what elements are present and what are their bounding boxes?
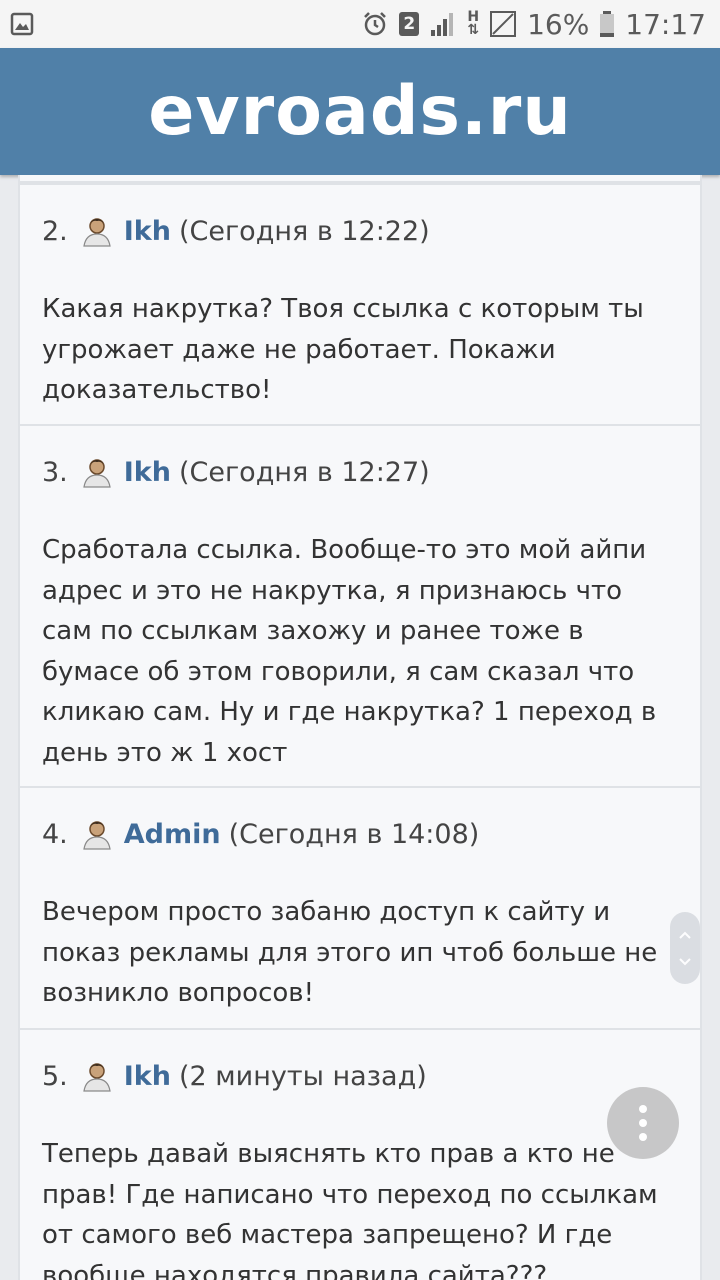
comment-number: 3. xyxy=(42,456,68,488)
more-menu-button[interactable] xyxy=(607,1087,679,1159)
comment-time: (Сегодня в 12:22) xyxy=(179,215,430,247)
status-bar: 2 H ⇅ 16% 17:17 xyxy=(0,0,720,48)
comment-item: 2. Ikh (Сегодня в 12:22) Какая накрутка?… xyxy=(18,183,702,426)
user-avatar-icon xyxy=(80,1059,114,1093)
battery-percent: 16% xyxy=(527,7,590,41)
clock: 17:17 xyxy=(625,7,706,41)
comment-username[interactable]: Ikh xyxy=(124,457,171,488)
comment-username[interactable]: Ikh xyxy=(124,1061,171,1092)
no-sim-signal-icon xyxy=(489,10,517,38)
battery-icon xyxy=(599,10,615,38)
comment-header: 4. Admin (Сегодня в 14:08) xyxy=(42,814,678,854)
alarm-icon xyxy=(361,10,389,38)
user-avatar-icon xyxy=(80,455,114,489)
signal-icon xyxy=(429,10,457,38)
comment-username[interactable]: Ikh xyxy=(124,216,171,247)
comment-number: 2. xyxy=(42,215,68,247)
image-notification-icon xyxy=(10,12,34,36)
comment-item: 3. Ikh (Сегодня в 12:27) Сработала ссылк… xyxy=(18,424,702,788)
comments-list[interactable]: 2. Ikh (Сегодня в 12:22) Какая накрутка?… xyxy=(18,175,702,1280)
hplus-data-icon: H ⇅ xyxy=(467,9,480,38)
comment-number: 5. xyxy=(42,1060,68,1092)
comment-text: Вечером просто забаню доступ к сайту и п… xyxy=(42,897,658,1008)
scroll-down-icon[interactable] xyxy=(678,952,692,971)
comment-time: (Сегодня в 14:08) xyxy=(228,818,480,850)
comment-item: 4. Admin (Сегодня в 14:08) Вечером прост… xyxy=(18,786,702,1030)
previous-comment-edge xyxy=(18,175,702,183)
user-avatar-icon xyxy=(80,817,114,851)
comment-header: 3. Ikh (Сегодня в 12:27) xyxy=(42,452,678,492)
comment-header: 2. Ikh (Сегодня в 12:22) xyxy=(42,211,678,251)
comment-item: 5. Ikh (2 минуты назад) Теперь давай выя… xyxy=(18,1028,702,1280)
user-avatar-icon xyxy=(80,214,114,248)
comment-time: (Сегодня в 12:27) xyxy=(179,456,430,488)
more-dot xyxy=(639,1119,647,1127)
site-title[interactable]: evroads.ru xyxy=(148,72,572,151)
comment-username[interactable]: Admin xyxy=(124,819,221,850)
sim-slot-badge: 2 xyxy=(399,12,420,36)
comment-text: Какая накрутка? Твоя ссылка с которым ты… xyxy=(42,294,644,405)
comment-text: Теперь давай выяснять кто прав а кто не … xyxy=(42,1139,658,1280)
network-type-label: H xyxy=(467,9,480,25)
comment-header: 5. Ikh (2 минуты назад) xyxy=(42,1056,678,1096)
page-scroll-control[interactable] xyxy=(670,912,700,984)
comment-text: Сработала ссылка. Вообще-то это мой айпи… xyxy=(42,535,657,768)
more-dot xyxy=(639,1133,647,1141)
comment-time: (2 минуты назад) xyxy=(179,1060,427,1092)
site-header: evroads.ru xyxy=(0,48,720,175)
scroll-up-icon[interactable] xyxy=(678,925,692,944)
more-dots-icon xyxy=(639,1105,647,1113)
comment-number: 4. xyxy=(42,818,68,850)
